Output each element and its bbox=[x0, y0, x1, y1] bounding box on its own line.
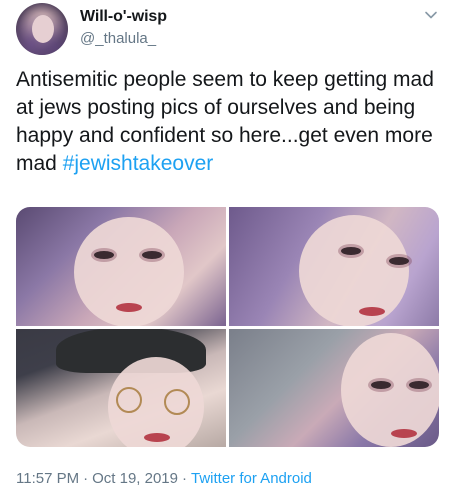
photo-4[interactable] bbox=[229, 329, 439, 447]
photo-eye bbox=[94, 251, 114, 259]
photo-eye bbox=[389, 257, 409, 265]
tweet-card: Will-o'-wisp @_thalula_ Antisemitic peop… bbox=[0, 0, 456, 500]
photo-eye bbox=[341, 247, 361, 255]
photo-3[interactable] bbox=[16, 329, 226, 447]
media-grid bbox=[16, 207, 439, 447]
photo-face bbox=[299, 215, 409, 326]
avatar-face bbox=[32, 15, 54, 43]
meta-separator: · bbox=[182, 470, 187, 487]
tweet-source-link[interactable]: Twitter for Android bbox=[191, 470, 312, 487]
tweet-time[interactable]: 11:57 PM bbox=[16, 470, 79, 487]
tweet-date[interactable]: Oct 19, 2019 bbox=[92, 470, 178, 487]
meta-separator: · bbox=[83, 470, 89, 487]
hashtag-link[interactable]: #jewishtakeover bbox=[63, 152, 214, 175]
photo-2[interactable] bbox=[229, 207, 439, 326]
photo-lips bbox=[144, 433, 170, 442]
photo-lips bbox=[116, 303, 142, 312]
user-handle[interactable]: @_thalula_ bbox=[80, 30, 156, 47]
avatar[interactable] bbox=[16, 3, 68, 55]
photo-eye bbox=[371, 381, 391, 389]
tweet-text: Antisemitic people seem to keep getting … bbox=[16, 66, 446, 178]
photo-glasses bbox=[164, 389, 190, 415]
chevron-down-icon[interactable] bbox=[424, 8, 438, 22]
photo-face bbox=[341, 333, 439, 447]
photo-lips bbox=[359, 307, 385, 316]
photo-lips bbox=[391, 429, 417, 438]
tweet-meta: 11:57 PM · Oct 19, 2019 · Twitter for An… bbox=[16, 470, 312, 487]
photo-eye bbox=[409, 381, 429, 389]
photo-1[interactable] bbox=[16, 207, 226, 326]
photo-glasses bbox=[116, 387, 142, 413]
photo-eye bbox=[142, 251, 162, 259]
display-name[interactable]: Will-o'-wisp bbox=[80, 8, 167, 26]
